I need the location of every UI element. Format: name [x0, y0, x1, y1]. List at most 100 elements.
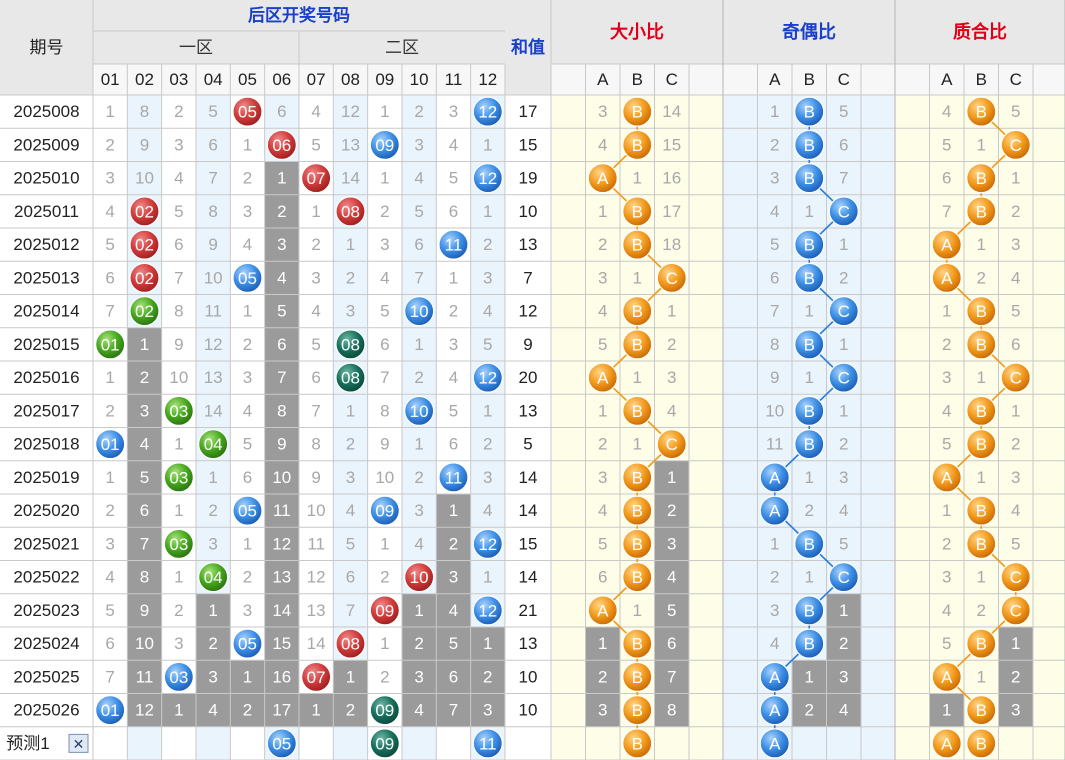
svg-text:B: B	[632, 236, 643, 255]
gap-count-cell: 2	[1011, 667, 1020, 686]
svg-text:B: B	[804, 269, 815, 288]
omission-cell: 4	[942, 102, 951, 121]
sum-cell: 19	[519, 169, 538, 188]
omission-cell: 2	[174, 601, 183, 620]
svg-text:✕: ✕	[73, 736, 85, 752]
gap-count-cell: 14	[272, 601, 291, 620]
omission-cell: 4	[667, 401, 676, 420]
gap-count-cell: 10	[272, 468, 291, 487]
svg-text:10: 10	[410, 402, 429, 421]
gap-count-cell: 7	[667, 667, 676, 686]
predict-number-ball: 05	[266, 728, 297, 759]
gap-count-cell: 11	[273, 501, 291, 520]
gap-count-cell: 1	[277, 169, 286, 188]
omission-cell: 3	[346, 468, 355, 487]
svg-text:B: B	[976, 335, 987, 354]
omission-cell: 5	[1011, 302, 1020, 321]
omission-cell: 5	[105, 235, 114, 254]
omission-cell: 3	[942, 568, 951, 587]
omission-cell: 1	[414, 335, 423, 354]
predict-close-button[interactable]: ✕	[68, 733, 89, 753]
period-cell: 2025020	[13, 501, 79, 520]
gap-count-cell: 1	[805, 667, 814, 686]
omission-cell: 1	[1011, 169, 1020, 188]
omission-cell: 2	[977, 601, 986, 620]
period-cell: 2025021	[13, 534, 79, 553]
omission-cell: 3	[1011, 468, 1020, 487]
period-cell: 2025017	[13, 401, 79, 420]
omission-cell: 6	[839, 135, 848, 154]
omission-cell: 4	[942, 601, 951, 620]
omission-cell: 7	[346, 601, 355, 620]
sum-cell: 10	[519, 701, 538, 720]
zh-ratio-ball: B	[966, 96, 997, 127]
omission-cell: 6	[942, 169, 951, 188]
sum-cell: 21	[519, 601, 538, 620]
red-number-ball: 08	[335, 196, 366, 227]
omission-cell: 3	[483, 468, 492, 487]
omission-cell: 13	[307, 601, 326, 620]
omission-cell: 2	[1011, 435, 1020, 454]
omission-cell: 1	[839, 235, 848, 254]
omission-cell: 2	[414, 102, 423, 121]
svg-text:11: 11	[445, 236, 463, 255]
dx-ratio-ball: B	[622, 462, 653, 493]
sum-cell: 10	[519, 667, 538, 686]
omission-cell: 6	[770, 268, 779, 287]
omission-cell: 2	[380, 568, 389, 587]
dx-ratio-ball: A	[587, 163, 618, 194]
gap-count-cell: 10	[135, 634, 154, 653]
gap-count-cell: 2	[667, 501, 676, 520]
period-cell: 2025025	[13, 667, 79, 686]
svg-text:B: B	[976, 103, 987, 122]
omission-cell: 4	[770, 202, 779, 221]
period-cell: 2025013	[13, 268, 79, 287]
omission-cell: 5	[942, 435, 951, 454]
omission-cell: 4	[414, 534, 423, 553]
gap-count-cell: 6	[277, 335, 286, 354]
svg-text:05: 05	[238, 502, 257, 521]
predict-number-ball: 11	[472, 728, 503, 759]
omission-cell: 6	[243, 468, 252, 487]
svg-text:A: A	[597, 169, 609, 188]
gap-count-cell: 1	[346, 667, 355, 686]
omission-cell: 4	[380, 268, 389, 287]
blue-number-ball: 12	[472, 595, 503, 626]
gap-count-cell: 3	[598, 701, 607, 720]
zh-ratio-ball: C	[1000, 562, 1031, 593]
dx-ratio-ball: B	[622, 661, 653, 692]
svg-text:A: A	[769, 502, 781, 521]
omission-cell: 2	[380, 202, 389, 221]
number-col-header: 06	[272, 70, 291, 89]
svg-text:03: 03	[169, 468, 188, 487]
omission-cell: 5	[839, 102, 848, 121]
omission-cell: 12	[204, 335, 223, 354]
gap-count-cell: 1	[311, 701, 320, 720]
svg-text:10: 10	[410, 568, 429, 587]
sum-cell: 15	[519, 534, 538, 553]
omission-cell: 9	[140, 135, 149, 154]
svg-text:C: C	[1010, 601, 1022, 620]
svg-text:12: 12	[478, 369, 497, 388]
gap-count-cell: 3	[414, 667, 423, 686]
omission-cell: 1	[174, 435, 183, 454]
omission-cell: 5	[1011, 102, 1020, 121]
sum-cell: 15	[519, 135, 538, 154]
omission-cell: 5	[483, 335, 492, 354]
dx-ratio-ball: C	[656, 429, 687, 460]
jo-ratio-ball: C	[828, 362, 859, 393]
omission-cell: 9	[380, 435, 389, 454]
period-cell: 2025014	[13, 302, 79, 321]
dx-ratio-ball: C	[656, 262, 687, 293]
sum-cell: 5	[523, 435, 532, 454]
zh-ratio-ball: C	[1000, 595, 1031, 626]
omission-cell: 3	[770, 601, 779, 620]
svg-text:09: 09	[375, 502, 394, 521]
dx-ratio-ball: B	[622, 695, 653, 726]
omission-cell: 10	[204, 268, 223, 287]
zh-ratio-ball: A	[931, 661, 962, 692]
omission-cell: 3	[174, 135, 183, 154]
omission-cell: 6	[208, 135, 217, 154]
blue-number-ball: 09	[369, 129, 400, 160]
omission-cell: 11	[307, 534, 325, 553]
